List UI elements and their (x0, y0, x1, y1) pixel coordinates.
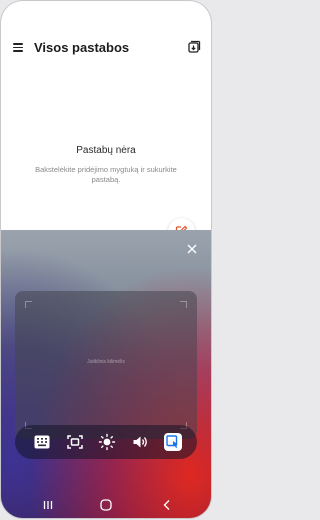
touchpad-icon[interactable] (164, 433, 182, 451)
volume-icon[interactable] (131, 433, 149, 451)
system-navigation-bar (1, 491, 211, 518)
pad-corner (25, 301, 32, 308)
empty-state-title: Pastabų nėra (76, 145, 136, 156)
menu-icon[interactable] (13, 43, 23, 52)
touchpad-label: Jutiklinis kilimėlis (87, 359, 125, 365)
import-icon[interactable] (187, 40, 201, 54)
close-icon[interactable] (187, 241, 197, 254)
home-icon[interactable] (99, 498, 113, 512)
recents-icon[interactable] (41, 498, 55, 512)
pad-corner (180, 301, 187, 308)
panel-toolbar (15, 425, 197, 459)
keyboard-icon[interactable] (33, 433, 51, 451)
brightness-icon[interactable] (98, 433, 116, 451)
phone-screen: Visos pastabos Pastabų nėra Bakstelėkite… (1, 1, 211, 518)
empty-state-subtitle: Bakstelėkite pridėjimo mygtuką ir sukurk… (35, 165, 177, 184)
page-title: Visos pastabos (34, 40, 130, 55)
screen-capture-icon[interactable] (66, 433, 84, 451)
touchpad-area[interactable]: Jutiklinis kilimėlis (15, 291, 197, 439)
back-icon[interactable] (160, 498, 174, 512)
